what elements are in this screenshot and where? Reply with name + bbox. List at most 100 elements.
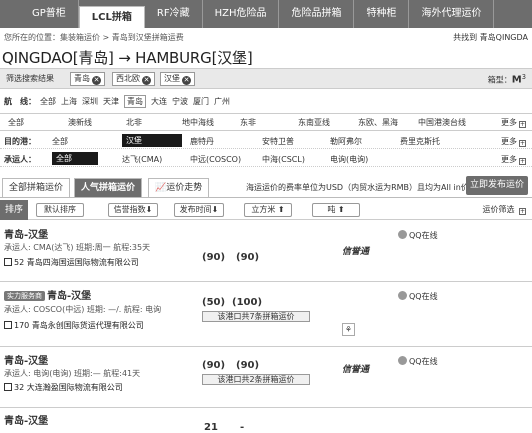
- breadcrumb-link[interactable]: 集装箱运价: [60, 33, 100, 42]
- arrow-up-icon: ⬆: [337, 205, 345, 214]
- dest-item[interactable]: 全部: [52, 136, 68, 147]
- publish-button[interactable]: 立即发布运价: [465, 176, 528, 195]
- line-item[interactable]: 地中海线: [182, 117, 214, 128]
- more-button[interactable]: 更多 +: [501, 117, 526, 128]
- strength-badge: 实力服务商: [4, 291, 45, 301]
- price-cbm: (50): [202, 297, 226, 308]
- qq-penguin-icon: [398, 230, 407, 239]
- sort-time-button[interactable]: 发布时间⬇: [174, 203, 224, 217]
- dest-item[interactable]: 鹿特丹: [190, 136, 214, 147]
- filter-tag[interactable]: 青岛 ✕: [70, 72, 105, 86]
- filter-tag[interactable]: 西北欧 ✕: [112, 72, 155, 86]
- box-type: 箱型：M3: [488, 73, 526, 86]
- line-item[interactable]: 全部: [8, 117, 24, 128]
- box-type-unit: 3: [521, 73, 526, 81]
- dest-port-row: 目的港： 全部 汉堡 鹿特丹 安特卫普 勒阿弗尔 费里克斯托 更多 +: [0, 133, 532, 149]
- price-ton: (100): [232, 297, 263, 308]
- listing-info: 承运人: COSCO(中远) 班期: —/. 航程: 电询: [4, 305, 162, 314]
- carrier-item[interactable]: 中远(COSCO): [190, 154, 241, 165]
- tab-trend[interactable]: 📈运价走势: [148, 178, 210, 198]
- line-item[interactable]: 东南亚线: [298, 117, 330, 128]
- company-icon: [4, 321, 12, 329]
- tab-all-rates[interactable]: 全部拼箱运价: [2, 178, 71, 198]
- breadcrumb-prefix: 您所在的位置：: [4, 33, 60, 42]
- airline-item[interactable]: 广州: [214, 96, 230, 107]
- listing-title[interactable]: 青岛-汉堡: [4, 352, 48, 367]
- listing-title[interactable]: 青岛-汉堡: [4, 226, 48, 241]
- carrier-item[interactable]: 电询(电询): [330, 154, 368, 165]
- qq-online-link[interactable]: QQ在线: [398, 356, 438, 367]
- filter-tag[interactable]: 汉堡 ✕: [160, 72, 195, 86]
- line-item[interactable]: 中国港澳台线: [418, 117, 466, 128]
- sort-cbm-button[interactable]: 立方米 ⬆: [244, 203, 292, 217]
- nav-overseas[interactable]: 海外代理运价: [409, 0, 495, 28]
- carrier-row: 承运人： 全部 达飞(CMA) 中远(COSCO) 中海(CSCL) 电询(电询…: [0, 151, 532, 167]
- more-button[interactable]: 更多 +: [501, 154, 526, 165]
- tab-hot-rates[interactable]: 人气拼箱运价: [74, 178, 143, 198]
- line-item[interactable]: 澳新线: [68, 117, 92, 128]
- nav-hzh[interactable]: HZH危险品: [203, 0, 280, 28]
- pin-icon[interactable]: ⚘: [342, 323, 355, 336]
- nav-gp[interactable]: GP普柜: [20, 0, 79, 28]
- rate-listing: 青岛-汉堡 承运人: CMA(达飞) 班期:周一 航程:35天 52 青岛四海国…: [0, 222, 532, 282]
- price-cbm: (90): [202, 360, 226, 371]
- nav-dg-lcl[interactable]: 危险品拼箱: [279, 0, 355, 28]
- carrier-item-selected[interactable]: 全部: [52, 152, 98, 165]
- rate-filter-button[interactable]: 运价筛选 +: [482, 204, 526, 215]
- filter-label: 筛选搜索结果: [6, 74, 54, 83]
- credit-badge: 信誉通: [342, 247, 370, 257]
- arrow-up-icon: ⬆: [277, 205, 285, 214]
- more-rates-link[interactable]: 该港口共2条拼箱运价: [202, 374, 310, 385]
- breadcrumb-sep: >: [102, 33, 110, 42]
- airline-item[interactable]: 厦门: [193, 96, 209, 107]
- listing-title[interactable]: 青岛-汉堡: [4, 412, 48, 427]
- more-rates-link[interactable]: 该港口共7条拼箱运价: [202, 311, 310, 322]
- sort-ton-label: 吨: [327, 205, 336, 214]
- nav-lcl[interactable]: LCL拼箱: [78, 6, 145, 28]
- expand-icon: +: [519, 208, 526, 215]
- close-icon[interactable]: ✕: [92, 76, 101, 85]
- price-ton: -: [240, 422, 245, 433]
- qq-online-link[interactable]: QQ在线: [398, 291, 438, 302]
- route-line-row: 全部 澳新线 北非 地中海线 东非 东南亚线 东欧、黑海 中国港澳台线 更多 +: [0, 113, 532, 131]
- carrier-label: 承运人：: [4, 155, 36, 164]
- more-label: 更多: [501, 155, 517, 164]
- nav-special[interactable]: 特种柜: [354, 0, 410, 28]
- airline-item[interactable]: 宁波: [172, 96, 188, 107]
- dest-item[interactable]: 安特卫普: [262, 136, 294, 147]
- airline-item[interactable]: 大连: [151, 96, 167, 107]
- dest-item[interactable]: 费里克斯托: [400, 136, 440, 147]
- close-icon[interactable]: ✕: [142, 76, 151, 85]
- airline-item[interactable]: 深圳: [82, 96, 98, 107]
- listing-company[interactable]: 52 青岛四海国运国际物流有限公司: [4, 257, 139, 268]
- more-button[interactable]: 更多 +: [501, 136, 526, 147]
- airline-row: 航 线： 全部 上海 深圳 天津 青岛 大连 宁波 厦门 广州: [0, 95, 532, 108]
- carrier-item[interactable]: 中海(CSCL): [262, 154, 305, 165]
- page-title: QINGDAO[青岛] → HAMBURG[汉堡]: [2, 49, 253, 67]
- qq-online-link[interactable]: QQ在线: [398, 230, 438, 241]
- company-name: 170 青岛永创国际货运代理有限公司: [14, 321, 144, 330]
- listing-company[interactable]: 170 青岛永创国际货运代理有限公司: [4, 320, 144, 331]
- breadcrumb: 您所在的位置：集装箱运价 > 青岛到汉堡拼箱运费: [4, 32, 184, 43]
- listing-company[interactable]: 32 大连瀚盈国际物流有限公司: [4, 382, 123, 393]
- close-icon[interactable]: ✕: [182, 76, 191, 85]
- sort-credit-button[interactable]: 信誉指数⬇: [108, 203, 158, 217]
- airline-item[interactable]: 全部: [40, 96, 56, 107]
- dest-item-selected[interactable]: 汉堡: [122, 134, 182, 147]
- expand-icon: +: [519, 121, 526, 128]
- line-item[interactable]: 东非: [240, 117, 256, 128]
- sort-ton-button[interactable]: 吨 ⬆: [312, 203, 360, 217]
- airline-item-selected[interactable]: 青岛: [124, 95, 146, 108]
- carrier-item[interactable]: 达飞(CMA): [122, 154, 162, 165]
- line-item[interactable]: 北非: [126, 117, 142, 128]
- arrow-down-icon: ⬇: [211, 205, 219, 214]
- sort-default-button[interactable]: 默认排序: [36, 203, 84, 217]
- nav-rf[interactable]: RF冷藏: [145, 0, 203, 28]
- airline-item[interactable]: 天津: [103, 96, 119, 107]
- qq-label: QQ在线: [409, 231, 438, 240]
- arrow-down-icon: ⬇: [145, 205, 153, 214]
- listing-title[interactable]: 实力服务商 青岛-汉堡: [4, 287, 91, 302]
- airline-item[interactable]: 上海: [61, 96, 77, 107]
- line-item[interactable]: 东欧、黑海: [358, 117, 398, 128]
- dest-item[interactable]: 勒阿弗尔: [330, 136, 362, 147]
